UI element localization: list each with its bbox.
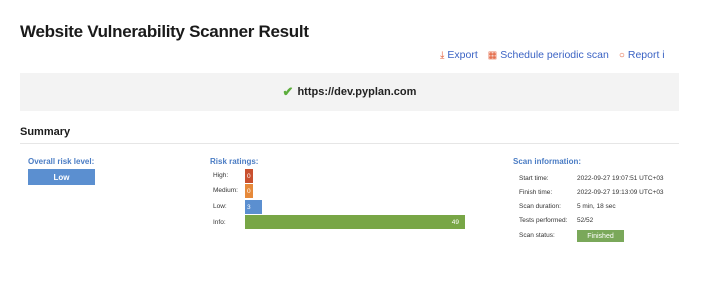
scan-status-label: Scan status: <box>519 232 555 239</box>
risk-bar-info: 49 <box>245 215 465 229</box>
risk-label-low: Low: <box>213 203 227 210</box>
risk-value-medium: 0 <box>247 187 251 195</box>
scan-status-badge: Finished <box>577 230 624 242</box>
risk-label-medium: Medium: <box>213 187 238 194</box>
risk-bar-medium: 0 <box>245 184 253 198</box>
schedule-scan-button[interactable]: ▦ Schedule periodic scan <box>488 49 609 61</box>
overall-risk-badge: Low <box>28 169 95 185</box>
risk-ratings-heading: Risk ratings: <box>210 157 259 166</box>
start-time-value: 2022-09-27 19:07:51 UTC+03 <box>577 175 664 182</box>
schedule-label: Schedule periodic scan <box>500 49 609 61</box>
risk-bar-high: 0 <box>245 169 253 183</box>
start-time-label: Start time: <box>519 175 549 182</box>
risk-bar-low: 3 <box>245 200 263 214</box>
chat-bubble-icon: ○ <box>618 50 625 61</box>
summary-heading: Summary <box>20 126 71 138</box>
download-icon: ⤓ <box>440 50 445 61</box>
export-button[interactable]: ⤓ Export <box>440 49 478 61</box>
risk-label-info: Info: <box>213 219 226 226</box>
finish-time-value: 2022-09-27 19:13:09 UTC+03 <box>577 189 664 196</box>
report-button[interactable]: ○ Report i <box>619 49 665 61</box>
tests-performed-label: Tests performed: <box>519 217 568 224</box>
scan-info-heading: Scan information: <box>513 157 582 166</box>
overall-risk-heading: Overall risk level: <box>28 157 95 166</box>
risk-value-info: 49 <box>451 218 459 226</box>
target-bar: ✔ https://dev.pyplan.com <box>20 73 679 111</box>
toolbar: ⤓ Export ▦ Schedule periodic scan ○ Report i <box>440 49 675 61</box>
risk-value-high: 0 <box>247 172 251 180</box>
export-label: Export <box>447 49 478 61</box>
risk-value-low: 3 <box>247 203 251 211</box>
finish-time-label: Finish time: <box>519 189 553 196</box>
target-url[interactable]: https://dev.pyplan.com <box>297 86 416 98</box>
report-label: Report i <box>627 49 665 61</box>
calendar-icon: ▦ <box>487 50 498 61</box>
risk-label-high: High: <box>213 172 229 179</box>
tests-performed-value: 52/52 <box>577 217 594 224</box>
checkmark-icon: ✔ <box>282 84 294 99</box>
scan-duration-value: 5 min, 18 sec <box>577 203 616 210</box>
scan-duration-label: Scan duration: <box>519 203 561 210</box>
summary-divider <box>20 143 679 144</box>
page-title: Website Vulnerability Scanner Result <box>20 22 309 41</box>
